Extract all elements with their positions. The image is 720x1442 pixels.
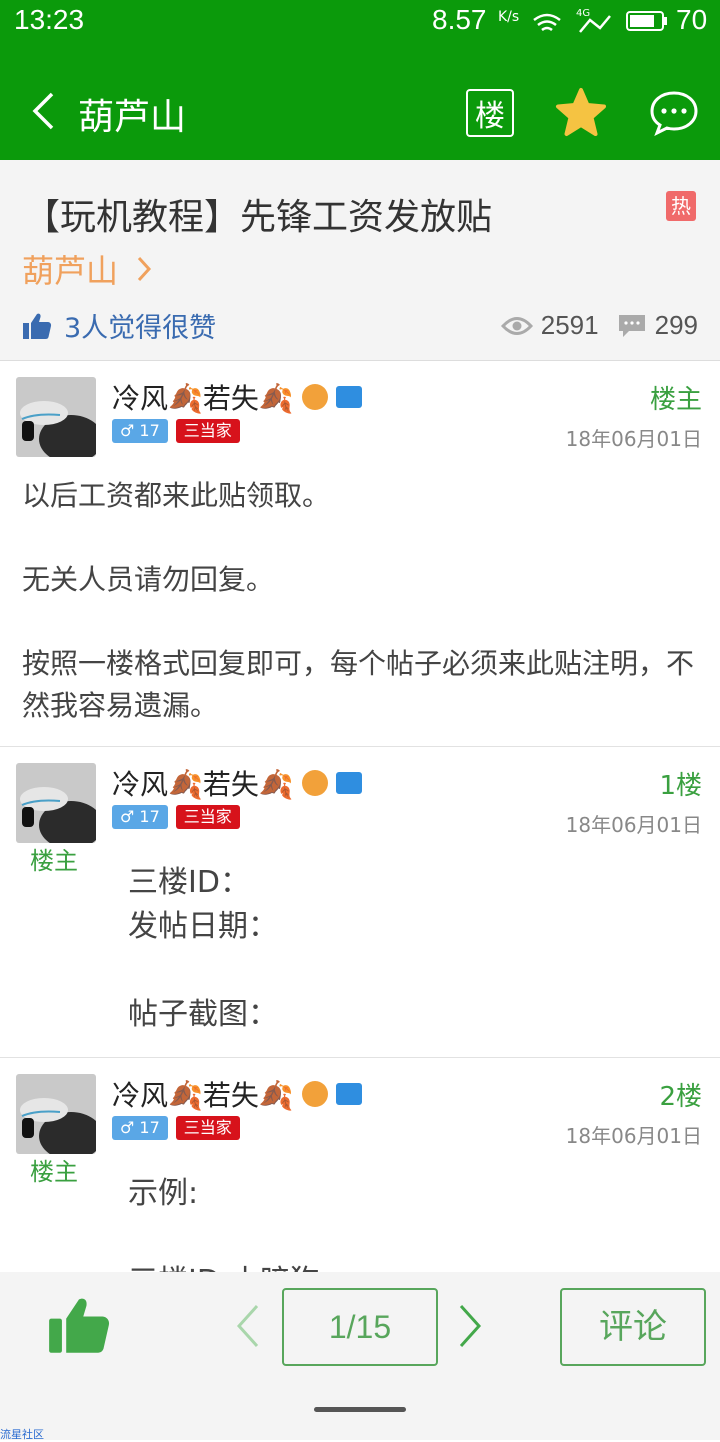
rank-badge: 三当家 [175,805,240,829]
page-title: 葫芦山 [78,97,187,138]
status-net-speed: 8.57 [432,4,487,35]
chat-bubble-icon [650,91,698,136]
hot-badge: 热 [666,191,696,221]
post-floor-1: 冷风🍂若失🍂 ♂ 17 三当家 1楼 18年06月01日 楼主 三楼ID： 发帖… [0,747,720,1058]
thread-stats: 2591 299 [500,310,698,341]
thumbs-up-icon [49,1298,110,1353]
signal-icon [579,15,611,33]
forum-name: 葫芦山 [22,252,119,290]
thumbs-up-icon [23,313,52,339]
chevron-right-icon [137,256,152,282]
eye-icon [500,316,533,335]
username[interactable]: 冷风🍂若失🍂 [112,763,362,803]
page-indicator[interactable]: 1/15 [282,1288,438,1366]
rank-badge: 三当家 [175,419,240,443]
star-icon [556,88,606,136]
like-button[interactable] [44,1290,114,1360]
video-icon [335,772,362,794]
owner-tag: 楼主 [30,847,78,875]
home-indicator[interactable] [314,1407,406,1412]
post-content: 示例: 三楼ID:小暗狗 [128,1176,320,1272]
hotspot-icon [533,13,561,32]
gender-level-badge: ♂ 17 [112,419,168,443]
favorite-button[interactable] [552,84,610,142]
likes-row[interactable]: 3人觉得很赞 [22,306,216,345]
chevron-right-icon [459,1304,482,1348]
crown-medal-icon [301,1081,328,1107]
post-date: 18年06月01日 [565,1124,702,1148]
username[interactable]: 冷风🍂若失🍂 [112,377,362,417]
post-content: 以后工资都来此贴领取。 无关人员请勿回复。 按照一楼格式回复即可，每个帖子必须来… [22,479,695,722]
chevron-left-icon [236,1304,259,1348]
thread-title: 【玩机教程】先锋工资发放贴 [24,197,493,238]
likes-text: 3人觉得很赞 [64,313,217,344]
owner-tag: 楼主 [30,1158,78,1186]
username[interactable]: 冷风🍂若失🍂 [112,1074,362,1114]
view-count: 2591 [540,310,599,340]
gender-level-badge: ♂ 17 [112,1116,168,1140]
avatar[interactable] [16,377,96,457]
post-main: 冷风🍂若失🍂 ♂ 17 三当家 楼主 18年06月01日 以后工资都来此贴领取。… [0,361,720,747]
back-button[interactable] [20,86,66,136]
comment-count-icon [618,314,645,337]
avatar[interactable] [16,763,96,843]
forum-link[interactable]: 葫芦山 [22,246,152,292]
status-time: 13:23 [14,4,85,35]
comment-list-button[interactable] [648,88,700,138]
battery-icon [626,11,667,31]
post-floor-2: 冷风🍂若失🍂 ♂ 17 三当家 2楼 18年06月01日 楼主 示例: 三楼ID… [0,1058,720,1273]
next-page-button[interactable] [450,1298,490,1354]
floor-icon: 楼 [475,99,505,134]
floor-label: 1楼 [659,771,702,801]
avatar[interactable] [16,1074,96,1154]
comment-button[interactable]: 评论 [560,1288,706,1366]
floor-label: 2楼 [659,1082,702,1112]
gender-level-badge: ♂ 17 [112,805,168,829]
video-icon [335,1083,362,1105]
status-net-speed-unit: K/s [498,9,520,25]
post-date: 18年06月01日 [565,813,702,837]
floor-label: 楼主 [649,385,702,415]
back-icon [32,92,54,130]
comment-count: 299 [654,310,698,340]
post-date: 18年06月01日 [565,427,702,451]
prev-page-button[interactable] [228,1298,268,1354]
crown-medal-icon [301,770,328,796]
rank-badge: 三当家 [175,1116,240,1140]
floor-jump-button[interactable]: 楼 [466,89,514,137]
crown-medal-icon [301,384,328,410]
video-icon [335,386,362,408]
battery-level: 70 [676,4,708,35]
post-content: 三楼ID： 发帖日期： 帖子截图： [128,865,278,1032]
